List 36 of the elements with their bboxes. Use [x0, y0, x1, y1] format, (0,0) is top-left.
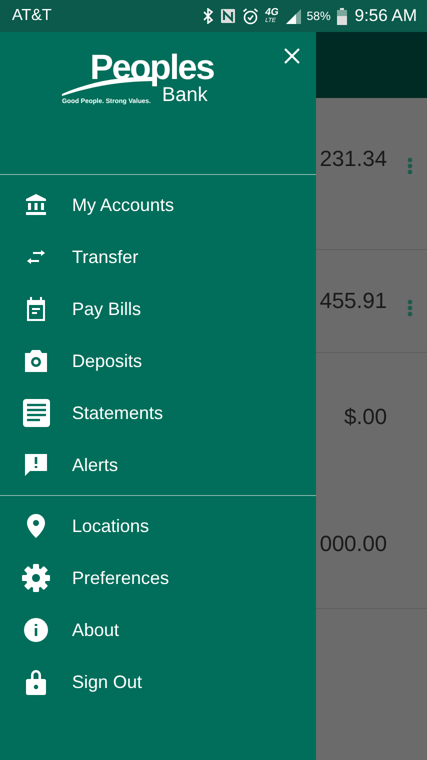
location-pin-icon	[27, 514, 45, 538]
battery-percent: 58%	[306, 9, 331, 23]
menu-item[interactable]: Locations	[0, 500, 316, 552]
menu-item[interactable]: Sign Out	[0, 656, 316, 708]
menu-item[interactable]: Pay Bills	[0, 283, 316, 335]
logo-subname: Bank	[162, 84, 208, 107]
account-balance: 455.91	[320, 288, 387, 314]
logo-name: Peoples	[90, 48, 214, 87]
calendar-icon	[25, 297, 47, 321]
alarm-icon	[242, 8, 260, 24]
more-options-icon[interactable]	[407, 156, 413, 174]
lock-icon	[26, 669, 46, 695]
document-lines-icon	[22, 399, 50, 427]
alert-message-icon	[24, 453, 48, 477]
account-balance: 231.34	[320, 146, 387, 172]
close-icon[interactable]	[284, 48, 300, 64]
nfc-icon	[220, 8, 236, 24]
carrier-name: AT&T	[12, 7, 52, 25]
more-options-icon[interactable]	[407, 299, 413, 317]
account-balance: 000.00	[320, 531, 387, 558]
signal-icon	[284, 8, 301, 24]
bluetooth-icon	[202, 8, 214, 24]
menu-item[interactable]: Statements	[0, 387, 316, 439]
menu-item[interactable]: Deposits	[0, 335, 316, 387]
clock-time: 9:56 AM	[354, 6, 417, 26]
info-icon	[24, 618, 48, 642]
menu-item[interactable]: Transfer	[0, 231, 316, 283]
bank-icon	[24, 193, 48, 217]
camera-icon	[24, 350, 48, 372]
menu-item[interactable]: Alerts	[0, 439, 316, 491]
account-balance: $.00	[344, 404, 387, 430]
transfer-arrows-icon	[25, 249, 47, 265]
battery-icon	[336, 8, 347, 24]
menu-item[interactable]: Preferences	[0, 552, 316, 604]
menu-item[interactable]: About	[0, 604, 316, 656]
menu-item[interactable]: My Accounts	[0, 179, 316, 231]
